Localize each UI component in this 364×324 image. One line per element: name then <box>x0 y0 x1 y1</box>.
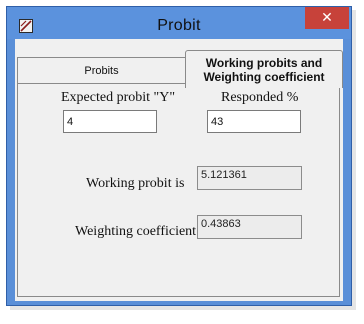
dialog-client-area: Probits Working probits and Weighting co… <box>15 39 343 301</box>
tab-probits[interactable]: Probits <box>17 57 185 83</box>
weighting-coefficient-value: 0.43863 <box>197 215 302 239</box>
weighting-coefficient-label: Weighting coefficient <box>75 224 197 239</box>
close-button[interactable]: ✕ <box>305 7 349 29</box>
tab-working-probits[interactable]: Working probits and Weighting coefficien… <box>185 50 343 88</box>
tab-probits-label: Probits <box>84 64 119 77</box>
tab-working-label-line1: Working probits and <box>205 55 323 70</box>
expected-probit-label: Expected probit "Y" <box>61 90 176 105</box>
tab-working-label-line2: Weighting coefficient <box>203 69 325 84</box>
window-title: Probit <box>157 17 201 34</box>
working-probit-value: 5.121361 <box>197 166 302 190</box>
expected-probit-input[interactable] <box>63 110 157 133</box>
working-probit-label: Working probit is <box>86 176 185 191</box>
title-bar[interactable]: Probit ✕ <box>7 7 351 39</box>
responded-label: Responded % <box>221 90 299 105</box>
tab-panel: Expected probit "Y" Responded % Working … <box>17 83 340 297</box>
probit-window: Probit ✕ Probits Working probits and Wei… <box>6 6 352 306</box>
responded-input[interactable] <box>207 110 301 133</box>
close-icon: ✕ <box>321 10 333 26</box>
